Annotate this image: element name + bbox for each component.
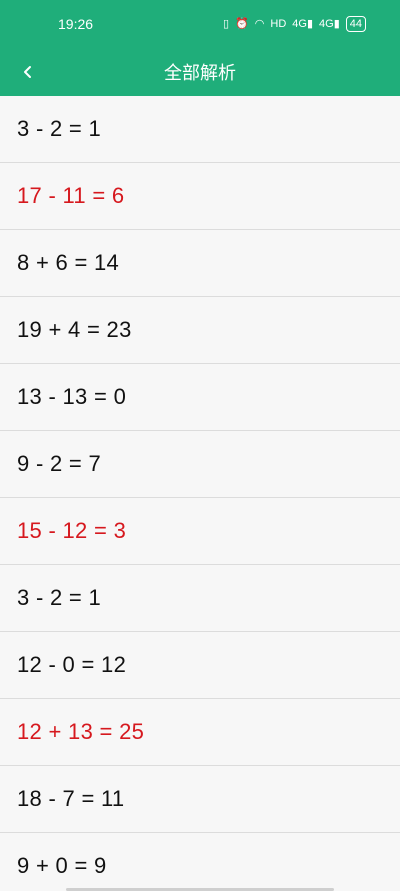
list-item[interactable]: 15 - 12 = 3 <box>0 498 400 565</box>
list-item[interactable]: 17 - 11 = 6 <box>0 163 400 230</box>
page-title: 全部解析 <box>164 63 236 84</box>
correct-answer-text: 3 - 2 = 1 <box>17 116 102 141</box>
wifi-icon: ◠ <box>254 18 265 30</box>
list-item[interactable]: 18 - 7 = 11 <box>0 766 400 833</box>
correct-answer-text: 18 - 7 = 11 <box>17 786 125 811</box>
list-item[interactable]: 9 - 2 = 7 <box>0 431 400 498</box>
vibrate-icon: ▯ <box>223 18 230 30</box>
correct-answer-text: 19 + 4 = 23 <box>17 317 132 342</box>
correct-answer-text: 9 - 2 = 7 <box>17 451 102 476</box>
status-time: 19:26 <box>58 16 94 32</box>
correct-answer-text: 3 - 2 = 1 <box>17 585 102 610</box>
signal-4g-icon-2: 4G▮ <box>319 18 340 30</box>
wrong-answer-text: 17 - 11 = 6 <box>17 183 125 208</box>
list-item[interactable]: 8 + 6 = 14 <box>0 230 400 297</box>
alarm-icon: ⏰ <box>235 18 249 30</box>
list-item[interactable]: 9 + 0 = 9 <box>0 833 400 891</box>
status-icons: ▯ ⏰ ◠ HD 4G▮ 4G▮ 44 <box>223 16 366 32</box>
wrong-answer-text: 15 - 12 = 3 <box>17 518 127 543</box>
wrong-answer-text: 12 + 13 = 25 <box>17 719 145 744</box>
answer-list: 3 - 2 = 1 17 - 11 = 6 8 + 6 = 14 19 + 4 = 2… <box>0 96 400 891</box>
correct-answer-text: 12 - 0 = 12 <box>17 652 127 677</box>
status-bar: 19:26 ▯ ⏰ ◠ HD 4G▮ 4G▮ 44 <box>0 0 400 48</box>
list-item[interactable]: 12 + 13 = 25 <box>0 699 400 766</box>
signal-4g-icon-1: 4G▮ <box>292 18 314 30</box>
battery-icon: 44 <box>345 16 366 32</box>
list-item[interactable]: 3 - 2 = 1 <box>0 96 400 163</box>
correct-answer-text: 8 + 6 = 14 <box>17 250 120 275</box>
correct-answer-text: 13 - 13 = 0 <box>17 384 127 409</box>
list-item[interactable]: 19 + 4 = 23 <box>0 297 400 364</box>
back-button[interactable] <box>10 54 46 90</box>
list-item[interactable]: 13 - 13 = 0 <box>0 364 400 431</box>
list-item[interactable]: 3 - 2 = 1 <box>0 565 400 632</box>
correct-answer-text: 9 + 0 = 9 <box>17 853 107 878</box>
app-bar: 全部解析 <box>0 48 400 96</box>
screen: 19:26 ▯ ⏰ ◠ HD 4G▮ 4G▮ 44 全部解析 3 - 2 = 1… <box>0 0 400 891</box>
list-item[interactable]: 12 - 0 = 12 <box>0 632 400 699</box>
chevron-left-icon <box>24 66 31 78</box>
hd-icon: HD <box>270 18 287 30</box>
